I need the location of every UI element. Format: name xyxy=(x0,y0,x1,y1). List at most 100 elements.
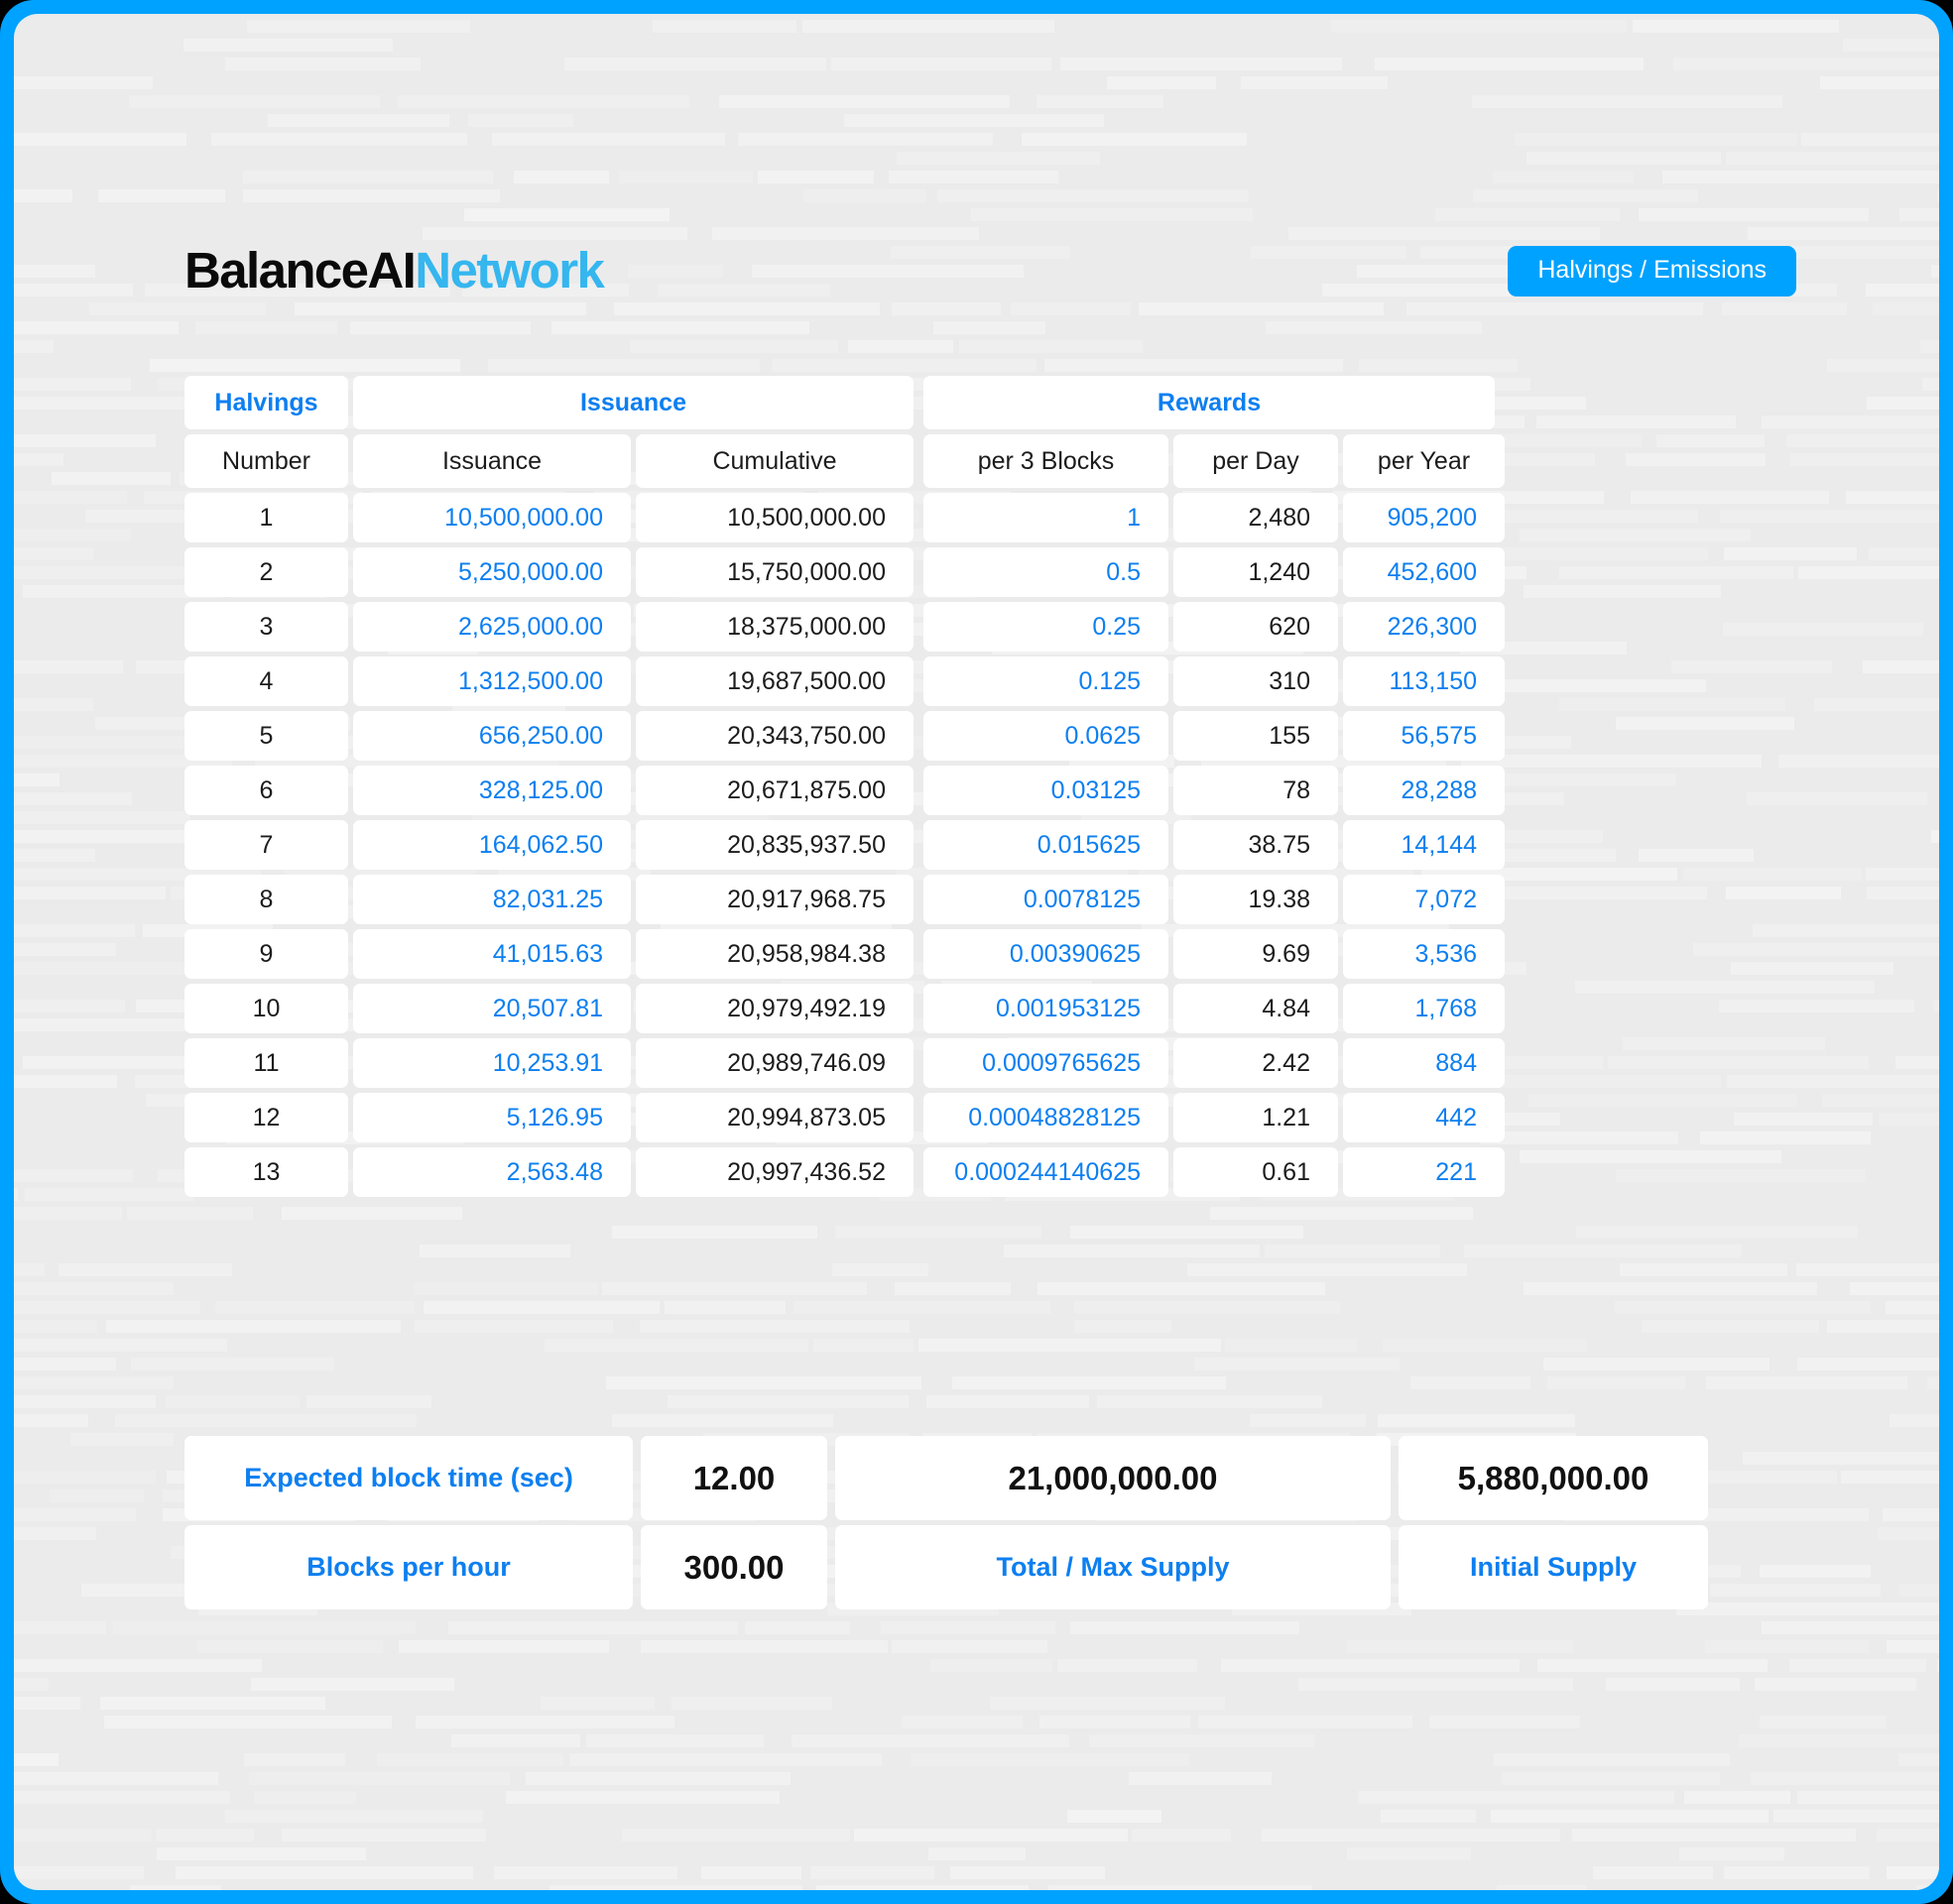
cell-number: 2 xyxy=(184,547,348,597)
cell-number: 10 xyxy=(184,984,348,1033)
cell-per-day: 1.21 xyxy=(1173,1093,1338,1142)
cell-number: 9 xyxy=(184,929,348,979)
total-supply-label: Total / Max Supply xyxy=(835,1525,1391,1609)
initial-supply-label: Initial Supply xyxy=(1399,1525,1708,1609)
page-section-badge[interactable]: Halvings / Emissions xyxy=(1508,246,1796,297)
table-column-header-row: Number Issuance Cumulative per 3 Blocks … xyxy=(184,434,1796,488)
cell-per-day: 78 xyxy=(1173,766,1338,815)
cell-per-year: 452,600 xyxy=(1343,547,1505,597)
column-gap xyxy=(914,820,923,870)
cell-number: 12 xyxy=(184,1093,348,1142)
cell-issuance: 164,062.50 xyxy=(353,820,631,870)
table-row[interactable]: 6 328,125.00 20,671,875.00 0.03125 78 28,288 xyxy=(184,766,1796,815)
summary-row-bottom: Blocks per hour 300.00 Total / Max Suppl… xyxy=(184,1525,1796,1609)
table-row[interactable]: 13 2,563.48 20,997,436.52 0.000244140625 0.6… xyxy=(184,1147,1796,1197)
cell-per-3-blocks: 1 xyxy=(923,493,1168,542)
column-gap xyxy=(914,602,923,652)
cell-issuance: 41,015.63 xyxy=(353,929,631,979)
cell-per-year: 226,300 xyxy=(1343,602,1505,652)
cell-per-year: 1,768 xyxy=(1343,984,1505,1033)
cell-issuance: 2,625,000.00 xyxy=(353,602,631,652)
table-group-header-row: Halvings Issuance Rewards xyxy=(184,376,1796,429)
table-row[interactable]: 11 10,253.91 20,989,746.09 0.0009765625 2.42… xyxy=(184,1038,1796,1088)
page-canvas: BalanceAINetwork Halvings / Emissions Ha… xyxy=(14,14,1939,1890)
column-gap xyxy=(914,1093,923,1142)
cell-cumulative: 19,687,500.00 xyxy=(636,656,914,706)
column-gap xyxy=(914,766,923,815)
cell-per-year: 14,144 xyxy=(1343,820,1505,870)
table-row[interactable]: 10 20,507.81 20,979,492.19 0.001953125 4.84 1… xyxy=(184,984,1796,1033)
cell-number: 3 xyxy=(184,602,348,652)
cell-cumulative: 18,375,000.00 xyxy=(636,602,914,652)
cell-per-day: 2,480 xyxy=(1173,493,1338,542)
cell-per-day: 19.38 xyxy=(1173,875,1338,924)
expected-block-time-label: Expected block time (sec) xyxy=(184,1436,633,1520)
cell-per-day: 9.69 xyxy=(1173,929,1338,979)
cell-per-3-blocks: 0.000244140625 xyxy=(923,1147,1168,1197)
column-gap xyxy=(914,984,923,1033)
table-row[interactable]: 12 5,126.95 20,994,873.05 0.00048828125 1.21… xyxy=(184,1093,1796,1142)
cell-issuance: 2,563.48 xyxy=(353,1147,631,1197)
column-gap xyxy=(1391,1436,1399,1520)
cell-per-year: 28,288 xyxy=(1343,766,1505,815)
cell-per-3-blocks: 0.015625 xyxy=(923,820,1168,870)
column-gap xyxy=(633,1436,641,1520)
cell-per-year: 221 xyxy=(1343,1147,1505,1197)
cell-per-3-blocks: 0.001953125 xyxy=(923,984,1168,1033)
app-frame: BalanceAINetwork Halvings / Emissions Ha… xyxy=(0,0,1953,1904)
table-row[interactable]: 7 164,062.50 20,835,937.50 0.015625 38.75 14,… xyxy=(184,820,1796,870)
cell-per-year: 884 xyxy=(1343,1038,1505,1088)
table-row[interactable]: 5 656,250.00 20,343,750.00 0.0625 155 56,575 xyxy=(184,711,1796,761)
blocks-per-hour-label: Blocks per hour xyxy=(184,1525,633,1609)
cell-per-3-blocks: 0.0009765625 xyxy=(923,1038,1168,1088)
table-row[interactable]: 3 2,625,000.00 18,375,000.00 0.25 620 226,300 xyxy=(184,602,1796,652)
cell-per-day: 2.42 xyxy=(1173,1038,1338,1088)
cell-per-day: 310 xyxy=(1173,656,1338,706)
table-row[interactable]: 8 82,031.25 20,917,968.75 0.0078125 19.38 7,0… xyxy=(184,875,1796,924)
cell-cumulative: 20,917,968.75 xyxy=(636,875,914,924)
cell-per-3-blocks: 0.03125 xyxy=(923,766,1168,815)
cell-per-3-blocks: 0.125 xyxy=(923,656,1168,706)
cell-cumulative: 20,997,436.52 xyxy=(636,1147,914,1197)
cell-per-3-blocks: 0.25 xyxy=(923,602,1168,652)
expected-block-time-value: 12.00 xyxy=(641,1436,827,1520)
cell-per-day: 4.84 xyxy=(1173,984,1338,1033)
brand-logo: BalanceAINetwork xyxy=(184,240,605,301)
cell-per-year: 905,200 xyxy=(1343,493,1505,542)
cell-per-year: 56,575 xyxy=(1343,711,1505,761)
table-row[interactable]: 9 41,015.63 20,958,984.38 0.00390625 9.69 3,5… xyxy=(184,929,1796,979)
cell-number: 7 xyxy=(184,820,348,870)
cell-per-year: 3,536 xyxy=(1343,929,1505,979)
column-header-issuance: Issuance xyxy=(353,434,631,488)
cell-cumulative: 20,343,750.00 xyxy=(636,711,914,761)
cell-per-day: 0.61 xyxy=(1173,1147,1338,1197)
cell-per-3-blocks: 0.00048828125 xyxy=(923,1093,1168,1142)
group-header-rewards: Rewards xyxy=(923,376,1495,429)
column-header-per-3-blocks: per 3 Blocks xyxy=(923,434,1168,488)
logo-primary-text: BalanceAI xyxy=(184,242,417,298)
cell-cumulative: 20,958,984.38 xyxy=(636,929,914,979)
column-header-per-day: per Day xyxy=(1173,434,1338,488)
table-row[interactable]: 4 1,312,500.00 19,687,500.00 0.125 310 113,15… xyxy=(184,656,1796,706)
column-header-number: Number xyxy=(184,434,348,488)
halvings-table: Halvings Issuance Rewards Number Issuanc… xyxy=(184,376,1796,1202)
column-gap xyxy=(914,376,923,429)
summary-footer: Expected block time (sec) 12.00 21,000,0… xyxy=(184,1436,1796,1614)
column-gap xyxy=(914,711,923,761)
cell-cumulative: 20,989,746.09 xyxy=(636,1038,914,1088)
column-gap xyxy=(914,547,923,597)
column-gap xyxy=(914,875,923,924)
cell-cumulative: 20,994,873.05 xyxy=(636,1093,914,1142)
cell-number: 4 xyxy=(184,656,348,706)
cell-per-day: 620 xyxy=(1173,602,1338,652)
table-row[interactable]: 2 5,250,000.00 15,750,000.00 0.5 1,240 452,60… xyxy=(184,547,1796,597)
cell-per-day: 155 xyxy=(1173,711,1338,761)
column-gap xyxy=(827,1525,835,1609)
column-gap xyxy=(633,1525,641,1609)
group-header-halvings: Halvings xyxy=(184,376,348,429)
table-row[interactable]: 1 10,500,000.00 10,500,000.00 1 2,480 905,200 xyxy=(184,493,1796,542)
cell-per-3-blocks: 0.5 xyxy=(923,547,1168,597)
cell-issuance: 1,312,500.00 xyxy=(353,656,631,706)
column-gap xyxy=(914,493,923,542)
cell-per-year: 442 xyxy=(1343,1093,1505,1142)
